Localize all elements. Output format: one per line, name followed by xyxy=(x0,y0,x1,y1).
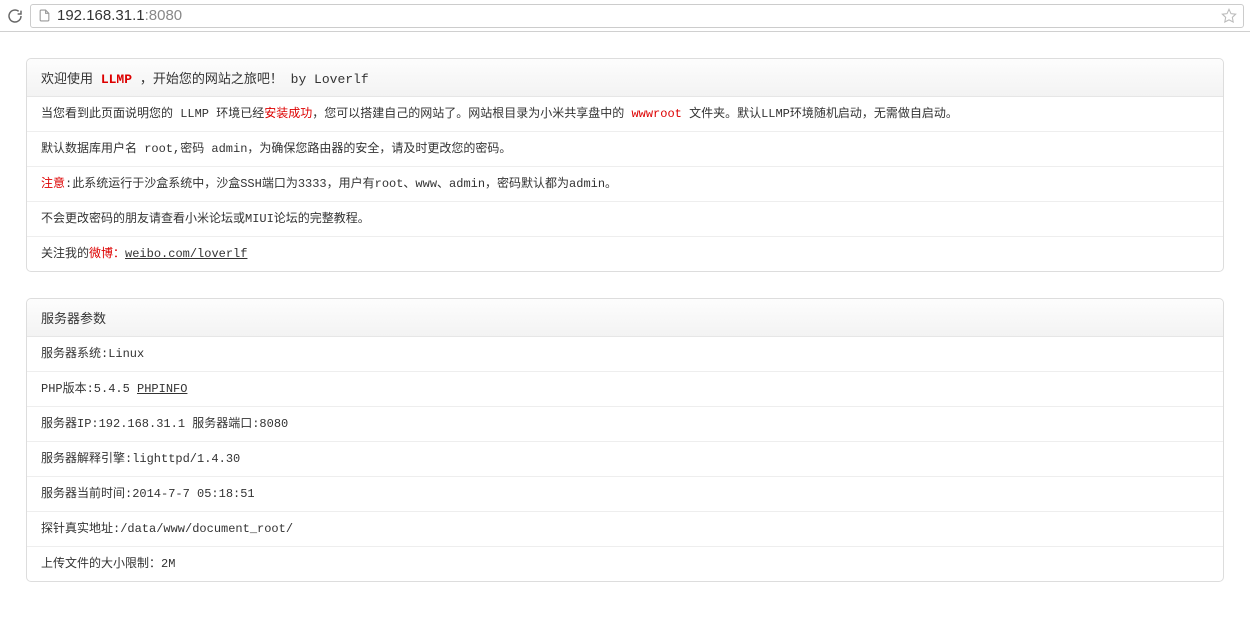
bookmark-star-icon[interactable] xyxy=(1221,8,1237,24)
page-icon xyxy=(37,9,51,23)
server-row-ip: 服务器IP:192.168.31.1 服务器端口:8080 xyxy=(27,407,1223,442)
welcome-header: 欢迎使用 LLMP ，开始您的网站之旅吧！ by Loverlf xyxy=(27,59,1223,97)
welcome-row-notice: 注意:此系统运行于沙盒系统中，沙盒SSH端口为3333，用户有root、www、… xyxy=(27,167,1223,202)
weibo-link[interactable]: weibo.com/loverlf xyxy=(125,247,247,261)
server-row-time: 服务器当前时间:2014-7-7 05:18:51 xyxy=(27,477,1223,512)
welcome-row-db: 默认数据库用户名 root,密码 admin，为确保您路由器的安全，请及时更改您… xyxy=(27,132,1223,167)
browser-toolbar: 192.168.31.1:8080 xyxy=(0,0,1250,32)
server-header: 服务器参数 xyxy=(27,299,1223,337)
server-panel: 服务器参数 服务器系统:Linux PHP版本:5.4.5 PHPINFO 服务… xyxy=(26,298,1224,582)
welcome-panel: 欢迎使用 LLMP ，开始您的网站之旅吧！ by Loverlf 当您看到此页面… xyxy=(26,58,1224,272)
reload-icon[interactable] xyxy=(6,7,24,25)
welcome-row-forum: 不会更改密码的朋友请查看小米论坛或MIUI论坛的完整教程。 xyxy=(27,202,1223,237)
server-row-os: 服务器系统:Linux xyxy=(27,337,1223,372)
server-row-php: PHP版本:5.4.5 PHPINFO xyxy=(27,372,1223,407)
server-row-docroot: 探针真实地址:/data/www/document_root/ xyxy=(27,512,1223,547)
phpinfo-link[interactable]: PHPINFO xyxy=(137,382,187,396)
page-content: 欢迎使用 LLMP ，开始您的网站之旅吧！ by Loverlf 当您看到此页面… xyxy=(0,32,1250,618)
server-row-engine: 服务器解释引擎:lighttpd/1.4.30 xyxy=(27,442,1223,477)
url-text: 192.168.31.1:8080 xyxy=(57,7,182,24)
server-row-upload: 上传文件的大小限制：2M xyxy=(27,547,1223,581)
welcome-row-weibo: 关注我的微博：weibo.com/loverlf xyxy=(27,237,1223,271)
url-bar[interactable]: 192.168.31.1:8080 xyxy=(30,4,1244,28)
welcome-row-install: 当您看到此页面说明您的 LLMP 环境已经安装成功，您可以搭建自己的网站了。网站… xyxy=(27,97,1223,132)
